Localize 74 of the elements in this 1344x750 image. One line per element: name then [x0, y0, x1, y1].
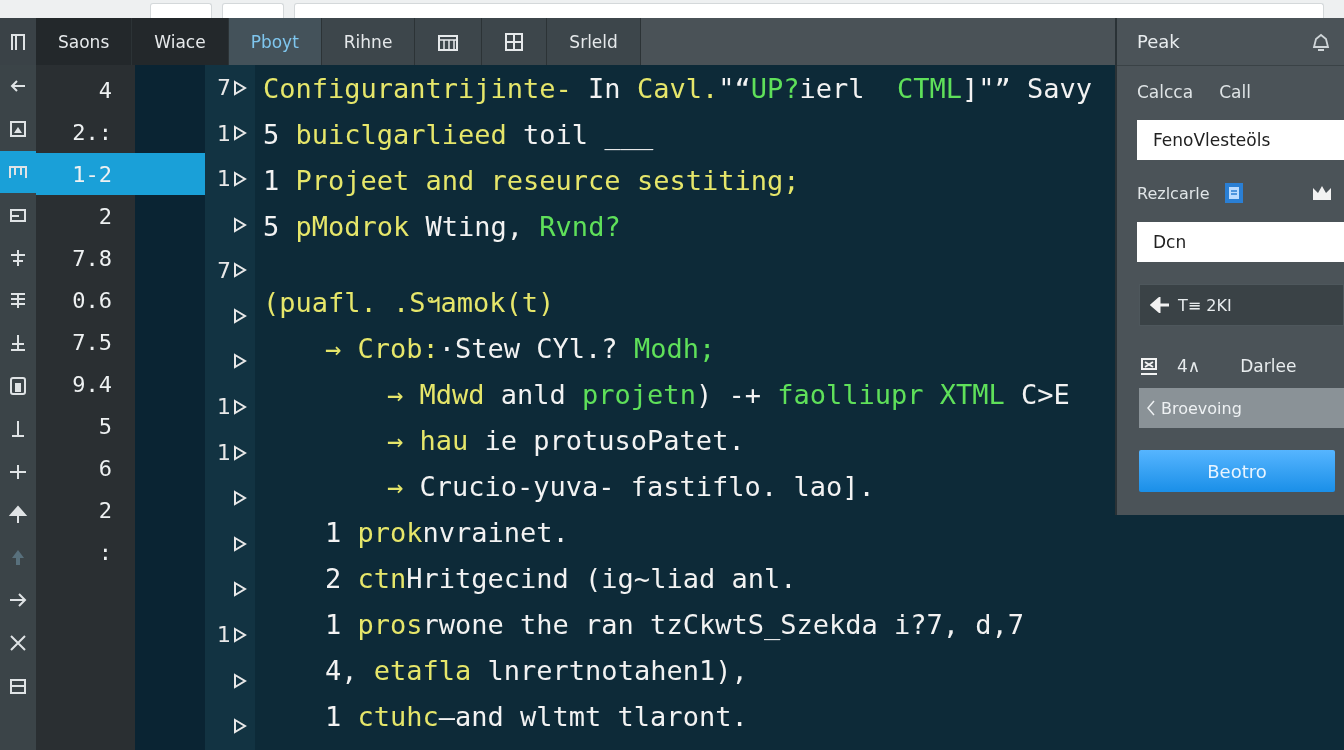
chevron-left-icon — [1147, 400, 1155, 416]
fold-triangle-icon[interactable] — [233, 79, 247, 96]
fold-triangle-icon[interactable] — [233, 626, 247, 643]
tab[interactable]: Wiace — [132, 18, 229, 65]
value-text: : — [97, 539, 112, 565]
fold-count: 1 — [217, 440, 231, 466]
fold-triangle-icon[interactable] — [233, 125, 247, 142]
panel-label: Call — [1219, 82, 1251, 102]
window-icon[interactable] — [0, 150, 36, 194]
fold-triangle-icon[interactable] — [233, 398, 247, 415]
crown-icon[interactable] — [1312, 185, 1332, 201]
fold-triangle-icon[interactable] — [233, 307, 247, 324]
count-text: 4∧ — [1177, 356, 1201, 376]
fold-triangle-icon[interactable] — [233, 171, 247, 187]
fold-triangle-icon[interactable] — [233, 353, 247, 370]
fold-triangle-icon[interactable] — [233, 581, 247, 598]
value-text: 4 — [97, 77, 112, 103]
tab[interactable] — [415, 18, 483, 65]
code-line: 5 buiclgarlieed toil ___ — [262, 117, 654, 152]
value-text: 7.5 — [71, 329, 112, 355]
code-line: 1 pros rwone the ran tzCkwtS_Szekda i?7, d,7 — [324, 607, 1024, 642]
fold-triangle-icon[interactable] — [233, 262, 247, 279]
fold-count: 1 — [217, 394, 231, 420]
fold-triangle-icon[interactable] — [233, 444, 247, 461]
fold-count: 1 — [217, 120, 231, 146]
panel-icon[interactable] — [10, 32, 26, 51]
code-line: → Mdwd anld projetn) -+ faolliupr XTML C>E — [386, 377, 1070, 412]
fold-triangle-icon[interactable] — [233, 672, 247, 689]
fold-triangle-icon[interactable] — [233, 535, 247, 552]
path-bar[interactable]: T≡ 2KI — [1139, 284, 1344, 326]
code-line: 2 ctnHritgecind (ig~liad anl. — [324, 561, 797, 596]
value-text: 2.: — [71, 119, 112, 145]
code-line: → Crucio-yuva- fastiflo. lao]. — [386, 469, 875, 504]
document-icon[interactable] — [1223, 182, 1244, 204]
text-field[interactable]: Dcn — [1137, 222, 1344, 262]
code-line: → hau ie protusoPatet. — [386, 423, 745, 458]
tab[interactable]: Srleld — [547, 18, 641, 65]
fold-count: 1 — [217, 622, 231, 648]
bell-icon[interactable] — [1310, 31, 1332, 52]
fold-triangle-icon[interactable] — [233, 216, 247, 233]
tab[interactable]: Rihne — [321, 18, 416, 65]
fold-count: 7 — [217, 257, 231, 283]
fold-count: 1 — [217, 166, 231, 192]
section-label: Rezlcarle — [1137, 183, 1210, 203]
search-field[interactable]: Broevoing — [1139, 388, 1344, 428]
fold-count: 7 — [217, 75, 231, 101]
panel-label: Calcca — [1137, 82, 1194, 102]
panel-title: Peak — [1137, 31, 1180, 52]
path-text: T≡ 2KI — [1178, 295, 1232, 315]
value-text: 6 — [97, 455, 112, 481]
tab[interactable]: Saons — [36, 18, 133, 65]
fold-triangle-icon[interactable] — [233, 490, 247, 507]
value-text: 2 — [97, 203, 112, 229]
tool-icon[interactable] — [1139, 356, 1159, 376]
tab[interactable] — [482, 18, 548, 65]
code-line: 4, etafla lnrertnotahen1), — [324, 653, 748, 688]
arrow-left-icon[interactable] — [1150, 297, 1170, 313]
code-line: 5 pModrok Wting, Rvnd? — [262, 209, 621, 244]
fold-triangle-icon[interactable] — [233, 718, 247, 735]
code-line: 1 proknvrainet. — [324, 515, 569, 550]
action-label: Darlee — [1240, 356, 1297, 376]
code-line: → Crob:·Stew CYl.? Modh; — [324, 331, 716, 366]
code-line: 1 ctuhc—and wltmt tlaront. — [324, 699, 748, 734]
value-text: 9.4 — [71, 371, 112, 397]
value-text: 0.6 — [71, 287, 112, 313]
value-text: 5 — [97, 413, 112, 439]
name-field[interactable]: FenoVlesteöls — [1137, 120, 1344, 160]
code-line: Configurantrijinte- In Cavl."“UP?ierl CTML]"” Savy — [262, 71, 1093, 106]
tab[interactable]: Pboyt — [228, 18, 322, 65]
code-line: (puafl. .Sฯamok(t) — [262, 285, 555, 320]
value-text: 2 — [97, 497, 112, 523]
value-text: 7.8 — [71, 245, 112, 271]
value-text: 1-2 — [71, 161, 112, 187]
code-line: 1 Projeet and reseurce sestiting; — [262, 163, 800, 198]
